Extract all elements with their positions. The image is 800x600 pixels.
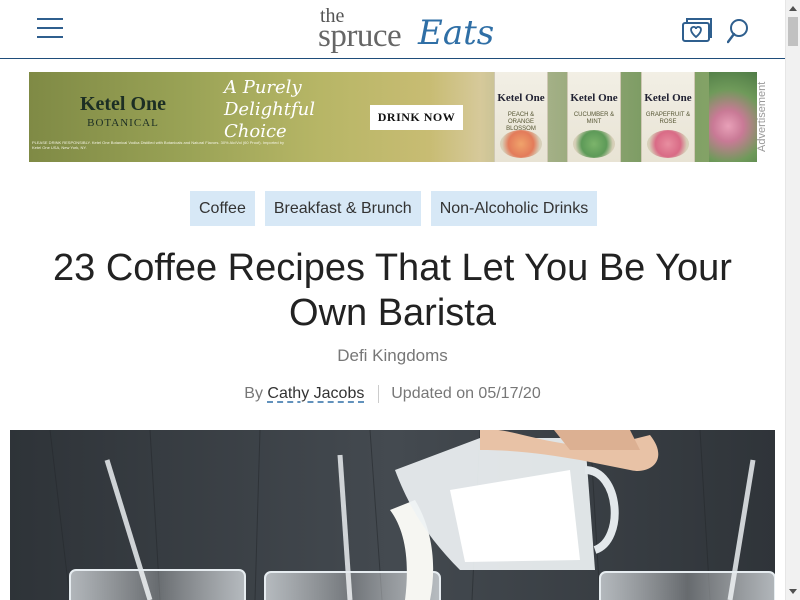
site-logo[interactable]: the spruce Eats	[318, 6, 494, 56]
tag-breakfast-brunch[interactable]: Breakfast & Brunch	[264, 191, 421, 226]
ad-can-cucumber: Ketel One CUCUMBER & MINT	[567, 72, 621, 162]
can-flavor: GRAPEFRUIT & ROSE	[645, 112, 691, 125]
search-icon[interactable]	[726, 18, 751, 44]
recipe-box-icon[interactable]	[681, 17, 713, 43]
can-brand: Ketel One	[644, 92, 692, 104]
author-link[interactable]: Cathy Jacobs	[267, 385, 364, 402]
article-byline: By Cathy Jacobs Updated on 05/17/20	[0, 385, 785, 403]
milk-pitcher-pouring-image	[10, 430, 775, 600]
tag-non-alcoholic-drinks[interactable]: Non-Alcoholic Drinks	[430, 191, 598, 226]
advertisement-label: Advertisement	[756, 81, 768, 153]
ad-brand-sub: BOTANICAL	[87, 117, 159, 129]
scroll-down-icon[interactable]	[789, 589, 797, 594]
site-header: the spruce Eats	[0, 0, 785, 59]
category-tags: Coffee Breakfast & Brunch Non-Alcoholic …	[190, 191, 598, 226]
page-scrollbar[interactable]	[785, 0, 800, 600]
ad-flowers-image	[709, 72, 757, 162]
can-brand: Ketel One	[570, 92, 618, 104]
article-subtitle: Defi Kingdoms	[337, 346, 448, 365]
peach-art	[500, 130, 542, 158]
article-title: 23 Coffee Recipes That Let You Be Your O…	[53, 247, 732, 334]
ad-brand-logo: Ketel One BOTANICAL	[77, 94, 169, 144]
byline-divider	[377, 385, 379, 403]
advertisement-banner[interactable]: Ketel One BOTANICAL A Purely Delightful …	[29, 72, 757, 162]
hamburger-menu-icon[interactable]	[37, 18, 63, 38]
can-brand: Ketel One	[497, 92, 545, 104]
byline-by: By	[244, 385, 263, 403]
can-flavor: CUCUMBER & MINT	[573, 112, 615, 125]
ad-fine-print: PLEASE DRINK RESPONSIBLY. Ketel One Bota…	[32, 140, 284, 150]
grapefruit-art	[647, 130, 689, 158]
tag-coffee[interactable]: Coffee	[190, 191, 255, 226]
ad-drink-now-button[interactable]: DRINK NOW	[370, 105, 463, 130]
page: the spruce Eats Ketel One BOTANICAL A Pu…	[0, 0, 800, 600]
scroll-up-icon[interactable]	[789, 6, 797, 11]
ad-can-grapefruit: Ketel One GRAPEFRUIT & ROSE	[641, 72, 695, 162]
ad-brand-name: Ketel One	[79, 93, 167, 115]
updated-date: Updated on 05/17/20	[391, 385, 541, 403]
ad-can-peach: Ketel One PEACH & ORANGE BLOSSOM	[494, 72, 548, 162]
logo-eats: Eats	[418, 13, 495, 53]
hero-image	[10, 430, 775, 600]
logo-spruce: spruce	[318, 18, 402, 54]
scroll-thumb[interactable]	[788, 17, 798, 46]
cucumber-art	[573, 130, 615, 158]
